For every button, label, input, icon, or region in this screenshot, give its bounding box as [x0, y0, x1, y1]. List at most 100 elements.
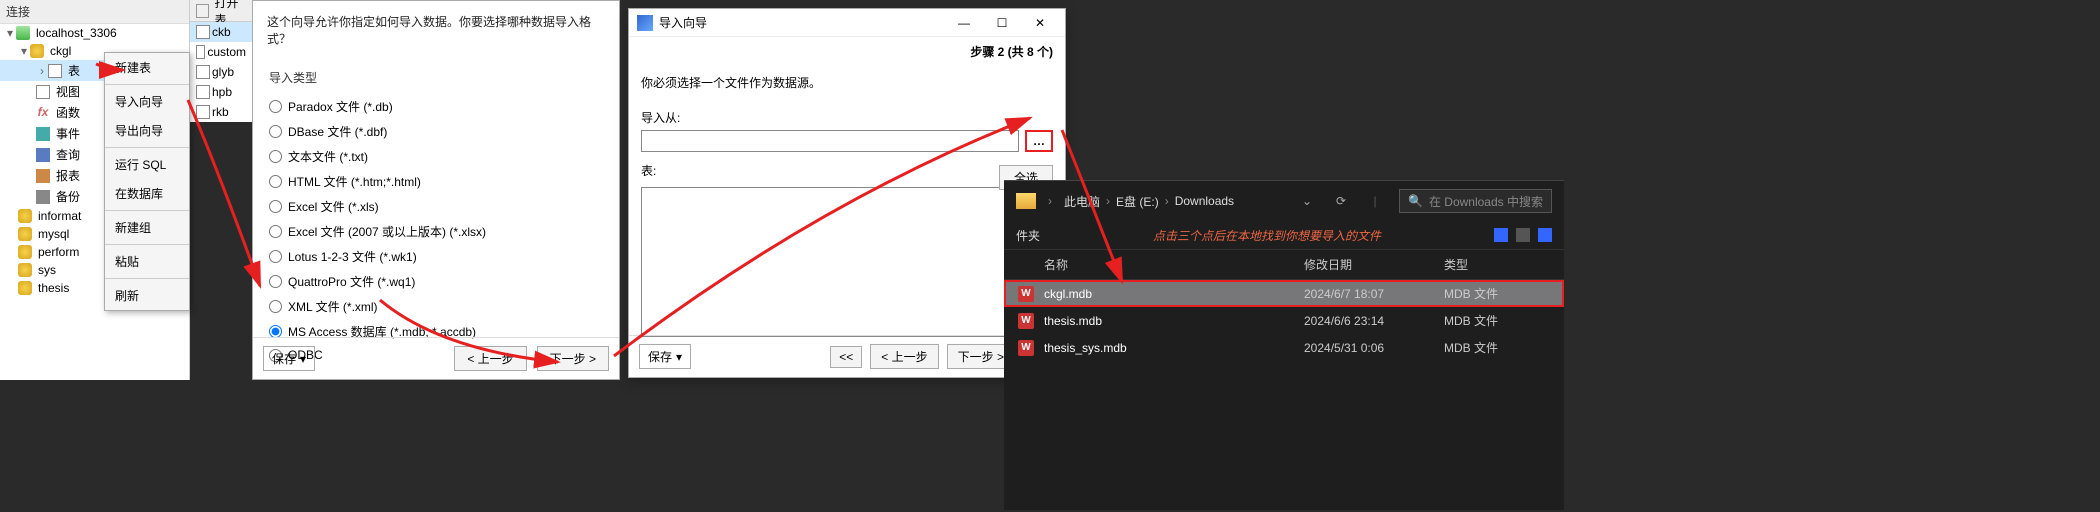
table-item[interactable]: rkb	[190, 102, 252, 122]
import-type-radio[interactable]: XML 文件 (*.xml)	[269, 294, 603, 319]
breadcrumb-item[interactable]: E盘 (E:)	[1116, 193, 1159, 210]
prev-button[interactable]: < 上一步	[454, 346, 526, 371]
group-title: 导入类型	[253, 59, 619, 90]
chevron-right-icon: ›	[1106, 194, 1110, 208]
tree-conn[interactable]: ▾ localhost_3306	[0, 24, 189, 42]
file-row[interactable]: Wckgl.mdb2024/6/7 18:07MDB 文件	[1004, 280, 1564, 307]
wizard-buttons: 保存 ▾ << < 上一步 下一步 > >>	[629, 335, 1065, 377]
file-rows: Wckgl.mdb2024/6/7 18:07MDB 文件Wthesis.mdb…	[1004, 280, 1564, 361]
open-table-tab[interactable]: 打开表	[190, 0, 252, 22]
table-item[interactable]: ckb	[190, 22, 252, 42]
import-type-radio[interactable]: Lotus 1-2-3 文件 (*.wk1)	[269, 244, 603, 269]
arrow-right-icon: ›	[1048, 194, 1052, 208]
database-icon	[30, 44, 44, 58]
table-item[interactable]: hpb	[190, 82, 252, 102]
file-row[interactable]: Wthesis_sys.mdb2024/5/31 0:06MDB 文件	[1004, 334, 1564, 361]
event-icon	[36, 127, 50, 141]
wizard-question: 这个向导允许你指定如何导入数据。你要选择哪种数据导入格式？	[253, 1, 619, 59]
save-button[interactable]: 保存 ▾	[639, 344, 691, 369]
import-type-radio[interactable]: HTML 文件 (*.htm;*.html)	[269, 169, 603, 194]
table-icon	[196, 65, 210, 79]
file-explorer: › 此电脑›E盘 (E:)›Downloads ⌄ ⟳ | 🔍 在 Downlo…	[1004, 180, 1564, 510]
col-date[interactable]: 修改日期	[1304, 256, 1444, 273]
import-type-radio[interactable]: Excel 文件 (2007 或以上版本) (*.xlsx)	[269, 219, 603, 244]
report-icon	[36, 169, 50, 183]
breadcrumb[interactable]: 此电脑 › E盘 (E:) › Downloads	[1064, 193, 1234, 210]
file-icon: W	[1018, 286, 1034, 302]
query-icon	[36, 148, 50, 162]
table-icon	[196, 85, 210, 99]
database-icon	[18, 263, 32, 277]
view-toggle-icon[interactable]	[1538, 228, 1552, 242]
import-type-radio[interactable]: Excel 文件 (*.xls)	[269, 194, 603, 219]
chevron-right-icon: ›	[1165, 194, 1169, 208]
table-icon	[196, 105, 210, 119]
import-type-radio[interactable]: Paradox 文件 (*.db)	[269, 94, 603, 119]
next-button[interactable]: 下一步 >	[537, 346, 609, 371]
file-row[interactable]: Wthesis.mdb2024/6/6 23:14MDB 文件	[1004, 307, 1564, 334]
import-type-radio[interactable]: QuattroPro 文件 (*.wq1)	[269, 269, 603, 294]
table-listbox[interactable]	[641, 187, 1053, 337]
file-icon: W	[1018, 340, 1034, 356]
prev-button[interactable]: < 上一步	[870, 344, 938, 369]
menu-item[interactable]: 在数据库	[105, 179, 189, 208]
col-name[interactable]: 名称	[1044, 256, 1304, 273]
breadcrumb-item[interactable]: 此电脑	[1064, 193, 1100, 210]
chevron-down-icon[interactable]: ⌄	[1297, 191, 1317, 211]
server-icon	[16, 26, 30, 40]
table-icon	[48, 64, 62, 78]
wizard-instruction: 你必须选择一个文件作为数据源。	[629, 66, 1065, 99]
refresh-icon[interactable]: ⟳	[1331, 191, 1351, 211]
column-headers[interactable]: 名称 修改日期 类型	[1004, 249, 1564, 280]
save-button[interactable]: 保存 ▾	[263, 346, 315, 371]
col-type[interactable]: 类型	[1444, 256, 1552, 273]
context-menu[interactable]: 新建表导入向导导出向导运行 SQL在数据库新建组粘贴刷新	[104, 52, 190, 311]
menu-item[interactable]: 导出向导	[105, 116, 189, 145]
backup-icon	[36, 190, 50, 204]
table-item[interactable]: glyb	[190, 62, 252, 82]
database-icon	[18, 281, 32, 295]
view-toggle-icon[interactable]	[1494, 228, 1508, 242]
import-from-input[interactable]	[641, 130, 1019, 152]
chevron-down-icon: ▾	[676, 350, 682, 364]
explorer-topbar: › 此电脑›E盘 (E:)›Downloads ⌄ ⟳ | 🔍 在 Downlo…	[1004, 181, 1564, 221]
browse-button[interactable]: …	[1025, 130, 1053, 152]
chevron-down-icon[interactable]: ▾	[4, 26, 16, 40]
menu-item[interactable]: 新建表	[105, 53, 189, 82]
app-icon	[637, 15, 653, 31]
import-type-radio[interactable]: 文本文件 (*.txt)	[269, 144, 603, 169]
import-from-label: 导入从:	[629, 99, 1065, 130]
sidebar-fragment: 件夹	[1016, 227, 1040, 244]
table-icon	[196, 45, 205, 59]
file-icon: W	[1018, 313, 1034, 329]
annotation-text: 点击三个点后在本地找到你想要导入的文件	[1153, 227, 1381, 244]
breadcrumb-item[interactable]: Downloads	[1175, 194, 1234, 208]
database-icon	[18, 245, 32, 259]
menu-item[interactable]: 新建组	[105, 213, 189, 242]
close-icon[interactable]: ✕	[1023, 13, 1057, 33]
chevron-down-icon: ▾	[300, 352, 306, 366]
search-input[interactable]: 🔍 在 Downloads 中搜索	[1399, 189, 1552, 213]
window-title: 导入向导	[659, 14, 707, 31]
table-list: ckbcustomglybhpbrkb	[190, 22, 252, 122]
table-icon	[196, 4, 209, 18]
table-icon	[196, 25, 210, 39]
minimize-icon[interactable]: —	[947, 13, 981, 33]
menu-item[interactable]: 粘贴	[105, 247, 189, 276]
menu-item[interactable]: 运行 SQL	[105, 150, 189, 179]
table-item[interactable]: custom	[190, 42, 252, 62]
chevron-right-icon[interactable]: ›	[36, 64, 48, 78]
view-toggle-icon[interactable]	[1516, 228, 1530, 242]
function-icon: fx	[36, 106, 50, 120]
wizard-buttons: 保存 ▾ < 上一步 下一步 >	[253, 337, 619, 379]
menu-item[interactable]: 刷新	[105, 281, 189, 310]
search-placeholder: 在 Downloads 中搜索	[1429, 193, 1543, 210]
import-type-radio[interactable]: DBase 文件 (*.dbf)	[269, 119, 603, 144]
database-icon	[18, 227, 32, 241]
first-button[interactable]: <<	[830, 346, 862, 368]
chevron-down-icon[interactable]: ▾	[18, 44, 30, 58]
import-wizard-step1: 这个向导允许你指定如何导入数据。你要选择哪种数据导入格式？ 导入类型 Parad…	[252, 0, 620, 380]
menu-item[interactable]: 导入向导	[105, 87, 189, 116]
maximize-icon[interactable]: ☐	[985, 13, 1019, 33]
search-icon: 🔍	[1408, 194, 1423, 208]
